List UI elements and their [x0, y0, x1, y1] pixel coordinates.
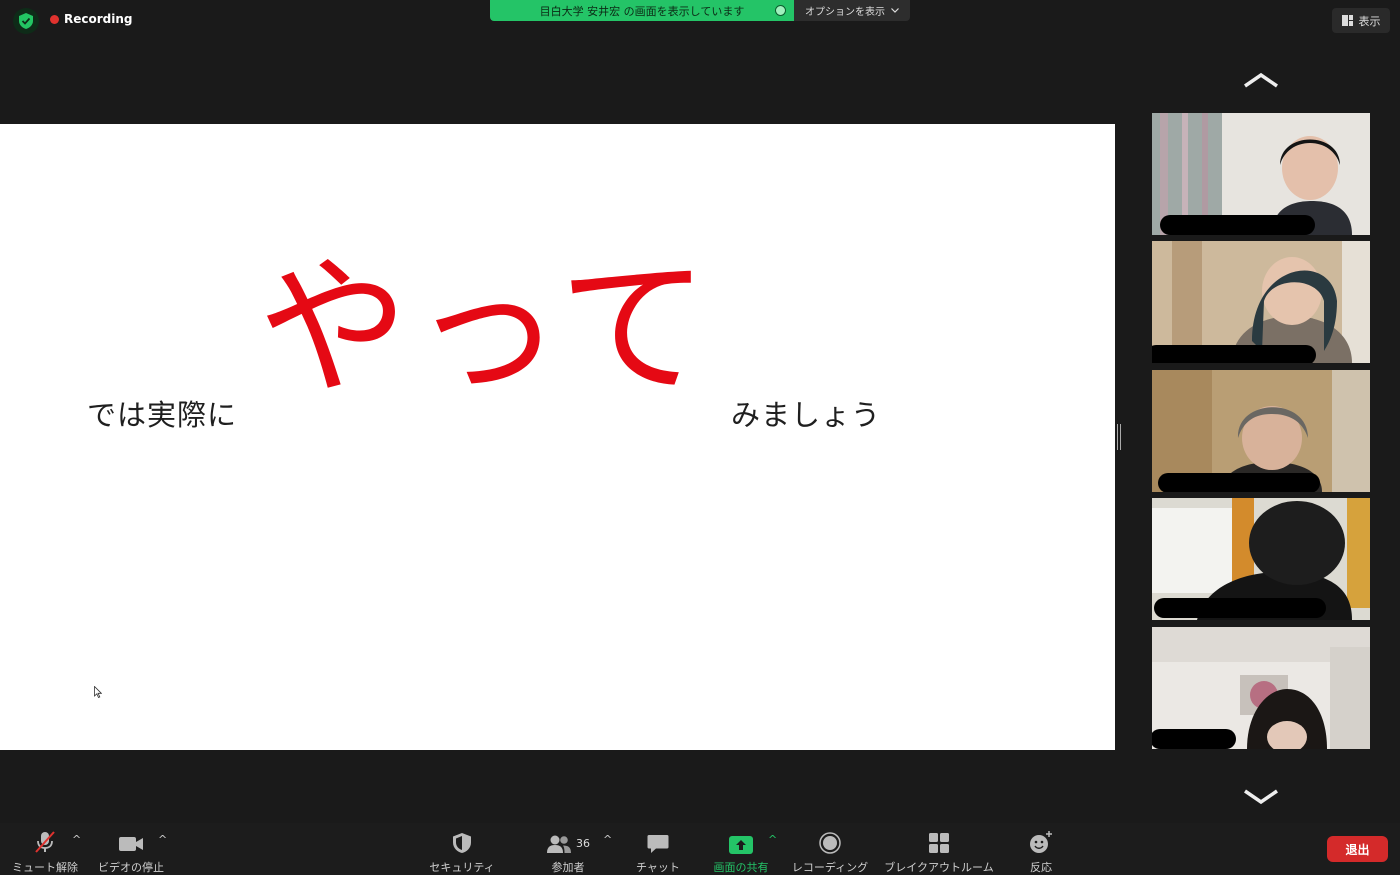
meeting-toolbar: ミュート解除 ^ ビデオの停止 ^ セキュリティ 36 参加者 ^ チャット 画…	[0, 823, 1400, 875]
stop-video-label: ビデオの停止	[98, 861, 164, 874]
shared-screen: では実際に やって みましょう	[0, 124, 1115, 750]
audio-options-caret-icon[interactable]: ^	[72, 833, 81, 846]
slide-text-left: では実際に	[87, 398, 238, 432]
participant-video[interactable]	[1152, 627, 1370, 749]
participants-options-caret-icon[interactable]: ^	[603, 833, 612, 846]
security-button[interactable]: セキュリティ	[428, 823, 496, 875]
participants-label: 参加者	[551, 861, 585, 874]
share-screen-button[interactable]: 画面の共有	[708, 823, 774, 875]
participant-video[interactable]	[1152, 113, 1370, 235]
video-camera-icon	[119, 837, 143, 851]
participant-video[interactable]	[1152, 241, 1370, 363]
video-options-caret-icon[interactable]: ^	[158, 833, 167, 846]
unmute-label: ミュート解除	[12, 861, 78, 874]
chat-label: チャット	[636, 861, 680, 874]
breakout-rooms-button[interactable]: ブレイクアウトルーム	[882, 823, 996, 875]
participants-count: 36	[576, 837, 590, 850]
recording-dot-icon	[50, 14, 59, 24]
share-banner-text: 目白大学 安井宏 の画面を表示しています	[539, 4, 745, 18]
chevron-down-icon	[891, 8, 899, 13]
view-options-label: オプションを表示	[805, 7, 885, 18]
breakout-rooms-label: ブレイクアウトルーム	[884, 861, 994, 874]
security-shield-icon	[453, 833, 471, 853]
microphone-muted-icon	[35, 831, 55, 853]
security-shield-icon[interactable]	[13, 8, 39, 34]
participants-icon	[547, 835, 571, 853]
view-options-button[interactable]: オプションを表示	[794, 0, 910, 21]
scroll-up-icon[interactable]	[1242, 70, 1280, 90]
chat-button[interactable]: チャット	[632, 823, 684, 875]
reactions-button[interactable]: 反応	[1022, 823, 1060, 875]
layout-icon	[1341, 15, 1353, 26]
participant-video[interactable]	[1152, 370, 1370, 492]
stop-video-button[interactable]: ビデオの停止	[96, 823, 166, 875]
scroll-down-icon[interactable]	[1242, 787, 1280, 807]
security-label: セキュリティ	[429, 861, 495, 874]
share-screen-label: 画面の共有	[713, 861, 769, 874]
view-label: 表示	[1358, 14, 1381, 28]
recording-label: Recording	[64, 12, 133, 26]
unmute-button[interactable]: ミュート解除	[10, 823, 80, 875]
share-status-icon	[775, 5, 786, 16]
slide-text-emphasis: やって	[258, 242, 713, 416]
leave-meeting-button[interactable]: 退出	[1327, 836, 1388, 862]
view-layout-button[interactable]: 表示	[1332, 8, 1390, 33]
record-icon	[819, 832, 841, 854]
panel-resize-handle[interactable]	[1117, 424, 1121, 450]
recording-button-label: レコーディング	[791, 861, 869, 874]
share-screen-icon	[729, 836, 753, 854]
reactions-label: 反応	[1030, 861, 1052, 874]
participant-video[interactable]	[1152, 498, 1370, 620]
emoji-reaction-icon	[1030, 831, 1052, 853]
mouse-cursor-icon	[94, 686, 102, 698]
screen-share-banner: 目白大学 安井宏 の画面を表示しています	[490, 0, 794, 21]
recording-button[interactable]: レコーディング	[790, 823, 870, 875]
slide-text-right: みましょう	[731, 398, 882, 432]
participants-button[interactable]: 36 参加者	[540, 823, 596, 875]
share-options-caret-icon[interactable]: ^	[768, 833, 777, 846]
recording-indicator[interactable]: Recording	[50, 12, 133, 26]
chat-bubble-icon	[647, 835, 669, 853]
breakout-rooms-icon	[929, 833, 949, 853]
